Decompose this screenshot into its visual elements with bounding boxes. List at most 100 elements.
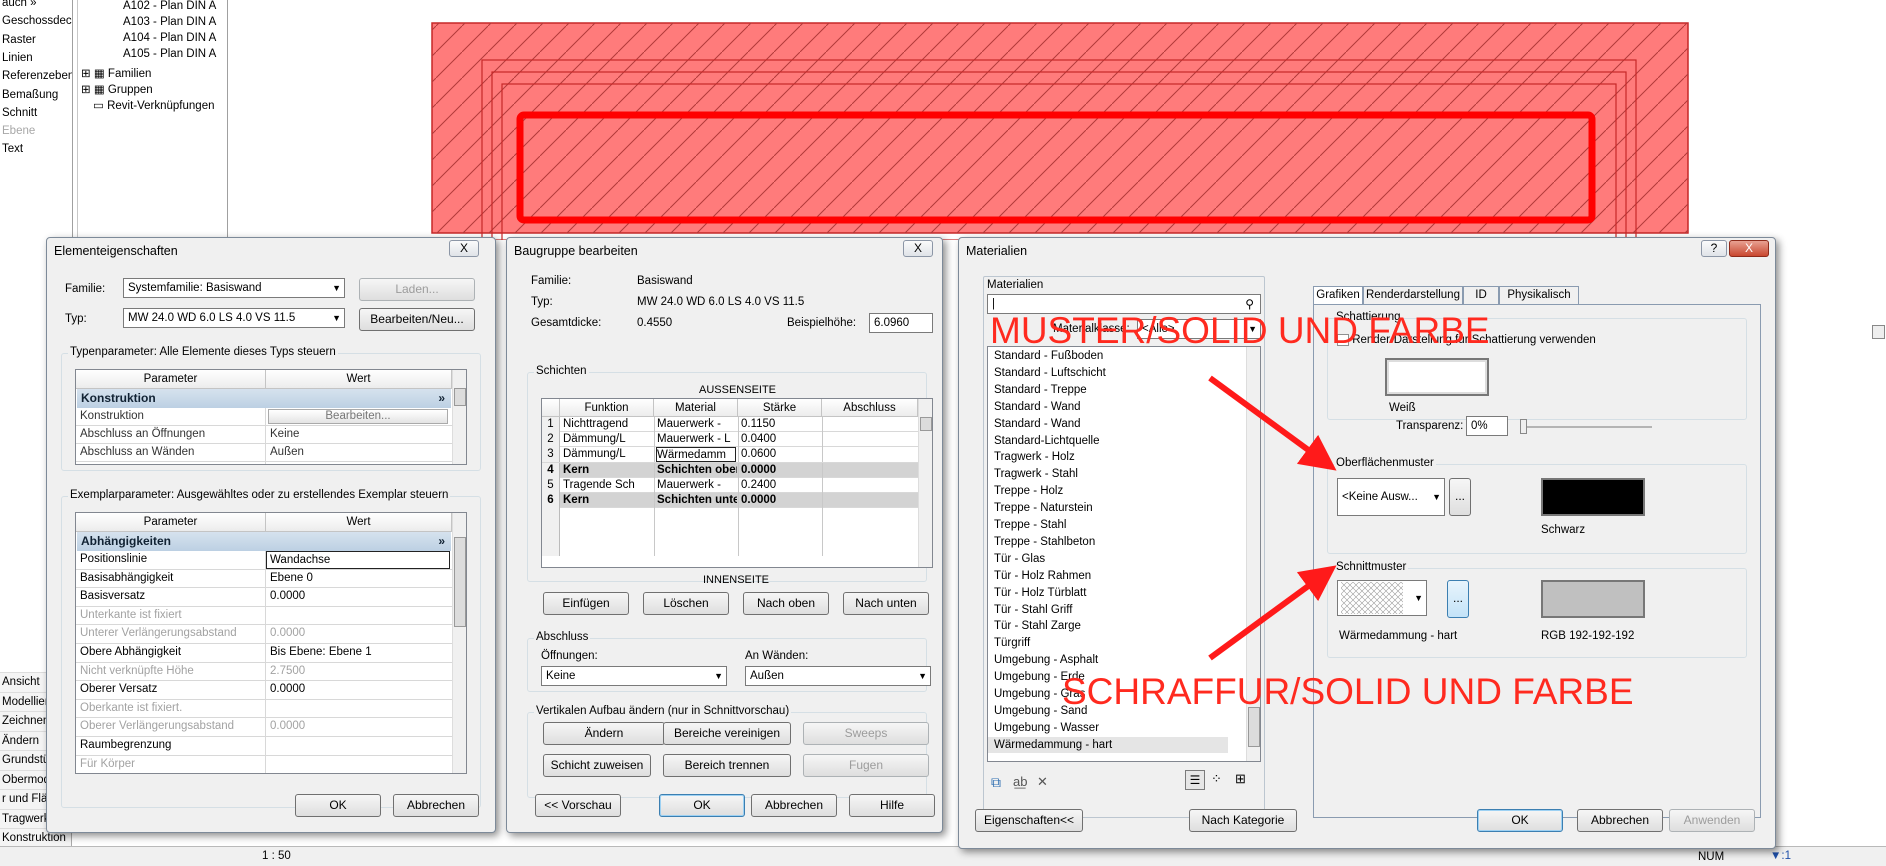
param-value[interactable]: 0.0000 xyxy=(270,681,450,698)
familie-select[interactable]: Systemfamilie: Basiswand ▼ xyxy=(123,278,345,298)
help-title-button[interactable]: ? xyxy=(1701,240,1727,257)
layer-function[interactable]: Dämmung/L xyxy=(563,447,653,461)
collapse-icon[interactable]: » xyxy=(438,532,445,551)
cancel-button[interactable]: Abbrechen xyxy=(393,794,479,817)
layer-thickness[interactable]: 0.2400 xyxy=(741,478,821,492)
right-scroll-thumb[interactable] xyxy=(1872,325,1885,339)
rename-icon[interactable]: a͟b xyxy=(1013,774,1027,789)
cancel-button[interactable]: Abbrechen xyxy=(1577,809,1663,832)
type-params-scrollbar[interactable] xyxy=(452,370,466,464)
param-row[interactable]: Raumbegrenzung✓ xyxy=(76,737,452,756)
layer-row[interactable]: 6 Kern Schichten unter 0.0000 xyxy=(542,493,918,509)
param-value-field[interactable]: Wandachse xyxy=(266,551,450,569)
layer-thickness[interactable]: 0.0400 xyxy=(741,432,821,446)
layer-row[interactable]: 2Dämmung/LMauerwerk - L0.0400✓ xyxy=(542,432,918,448)
browser-groups[interactable]: ⊞ ▦ Gruppen xyxy=(81,82,153,96)
close-button[interactable]: X xyxy=(1729,240,1769,257)
move-up-button[interactable]: Nach oben xyxy=(743,592,829,615)
param-row[interactable]: Unterer Verlängerungsabstand 0.0000 xyxy=(76,625,452,644)
transparency-slider-thumb[interactable] xyxy=(1520,419,1527,434)
layer-thickness[interactable]: 0.1150 xyxy=(741,417,821,431)
browser-sheet-item[interactable]: A104 - Plan DIN A xyxy=(123,32,225,44)
param-row[interactable]: Breite 0.4550 xyxy=(76,462,452,464)
layer-function[interactable]: Tragende Sch xyxy=(563,478,653,492)
walls-select[interactable]: Außen ▼ xyxy=(745,666,931,686)
transparency-input[interactable]: 0% xyxy=(1466,416,1508,436)
browser-families[interactable]: ⊞ ▦ Familien xyxy=(81,66,151,80)
ribbon-item[interactable]: Raster xyxy=(0,31,72,50)
material-list-item[interactable]: Umgebung - Wasser xyxy=(988,720,1228,736)
ribbon-item[interactable]: Text xyxy=(0,140,72,159)
layer-function[interactable]: Kern xyxy=(563,493,653,507)
param-row[interactable]: Basisversatz 0.0000 xyxy=(76,588,452,607)
merge-regions-button-2[interactable]: Bereiche vereinigen xyxy=(663,722,791,745)
param-row[interactable]: Konstruktion Bearbeiten... xyxy=(76,408,452,426)
layer-thickness[interactable]: 0.0600 xyxy=(741,447,821,461)
param-value[interactable]: 0.0000 xyxy=(270,588,450,605)
param-row[interactable]: Oberkante ist fixiert. xyxy=(76,699,452,719)
preview-button[interactable]: << Vorschau xyxy=(535,794,621,817)
ribbon-item[interactable]: Referenzebene xyxy=(0,67,72,86)
ribbon-item[interactable]: Bemaßung xyxy=(0,86,72,105)
browser-sheet-item[interactable]: A105 - Plan DIN A xyxy=(123,48,225,60)
layer-material[interactable]: Mauerwerk - xyxy=(657,478,737,492)
load-button[interactable]: Laden... xyxy=(359,278,475,301)
openings-select[interactable]: Keine ▼ xyxy=(541,666,727,686)
ribbon-item[interactable]: Schnitt xyxy=(0,104,72,123)
transparency-slider[interactable] xyxy=(1522,426,1652,428)
instance-params-scrollbar[interactable] xyxy=(452,513,466,773)
large-icons-view-icon[interactable]: ⊞ xyxy=(1235,771,1246,787)
apply-button[interactable]: Anwenden xyxy=(1669,809,1755,832)
ribbon-item[interactable]: Linien xyxy=(0,49,72,68)
cancel-button[interactable]: Abbrechen xyxy=(751,794,837,817)
edit-new-button[interactable]: Bearbeiten/Neu... xyxy=(359,308,475,331)
assign-layer-button[interactable]: Schicht zuweisen xyxy=(543,754,651,777)
layer-material[interactable]: Schichten ober xyxy=(657,463,737,477)
scale-readout[interactable]: 1 : 50 xyxy=(262,850,291,862)
ribbon-item[interactable]: Ebene xyxy=(0,122,72,141)
ok-button[interactable]: OK xyxy=(295,794,381,817)
param-row[interactable]: Positionslinie Wandachse xyxy=(76,551,452,570)
asset-icon[interactable]: ⧉ xyxy=(991,774,1001,791)
param-row[interactable]: Obere Abhängigkeit Bis Ebene: Ebene 1 xyxy=(76,644,452,663)
modify-button[interactable]: Ändern xyxy=(543,722,665,745)
param-row[interactable]: Für Körper xyxy=(76,755,452,773)
browser-sheet-item[interactable]: A103 - Plan DIN A xyxy=(123,16,225,28)
layer-row[interactable]: 5 Tragende Sch Mauerwerk - 0.2400 xyxy=(542,477,918,493)
insert-layer-button[interactable]: Einfügen xyxy=(543,592,629,615)
filter-icon[interactable]: ▼:1 xyxy=(1770,850,1791,862)
param-value[interactable]: Ebene 0 xyxy=(270,570,450,587)
param-value[interactable]: 0.0000 xyxy=(270,718,450,735)
param-value[interactable]: 2.7500 xyxy=(270,663,450,680)
ribbon-item[interactable]: Geschossdeck xyxy=(0,12,72,31)
split-region-button[interactable]: Bereich trennen xyxy=(663,754,791,777)
inst-cat-abhaengigkeiten[interactable]: Abhängigkeiten » xyxy=(77,532,451,551)
tab-id[interactable]: ID xyxy=(1463,286,1499,304)
typ-select[interactable]: MW 24.0 WD 6.0 LS 4.0 VS 11.5 ▼ xyxy=(123,308,345,328)
param-row[interactable]: Nicht verknüpfte Höhe 2.7500 xyxy=(76,662,452,682)
param-row[interactable]: Abschluss an Wänden Außen xyxy=(76,444,452,462)
layer-thickness[interactable]: 0.0000 xyxy=(741,463,821,477)
surface-color-swatch[interactable] xyxy=(1541,478,1645,516)
by-category-button[interactable]: Nach Kategorie xyxy=(1189,809,1297,832)
browser-sheet-item[interactable]: A102 - Plan DIN A xyxy=(123,0,225,12)
browser-links[interactable]: ▭ Revit-Verknüpfungen xyxy=(93,98,214,112)
param-value[interactable]: 0.0000 xyxy=(270,625,450,642)
param-row[interactable]: Basisabhängigkeit Ebene 0 xyxy=(76,569,452,589)
close-button[interactable]: X xyxy=(449,240,479,257)
param-row[interactable]: Oberer Verlängerungsabstand 0.0000 xyxy=(76,718,452,737)
ribbon-item[interactable]: auch » xyxy=(0,0,72,13)
layer-material[interactable]: Schichten unter xyxy=(657,493,737,507)
layer-material[interactable]: Wärmedamm xyxy=(656,447,736,463)
list-view-icon[interactable]: ☰ xyxy=(1185,770,1205,790)
ok-button[interactable]: OK xyxy=(659,794,745,817)
small-icons-view-icon[interactable]: ⁘ xyxy=(1211,771,1222,787)
layer-function[interactable]: Nichttragend xyxy=(563,417,653,431)
tab-grafiken[interactable]: Grafiken xyxy=(1313,286,1363,305)
surface-pattern-browse-button[interactable]: ... xyxy=(1449,478,1471,516)
layer-row[interactable]: 3Dämmung/LWärmedamm0.0600✓ xyxy=(542,447,918,463)
param-row[interactable]: Abschluss an Öffnungen Keine xyxy=(76,426,452,444)
layer-material[interactable]: Mauerwerk - L xyxy=(657,432,737,446)
layer-row[interactable]: 4 Kern Schichten ober 0.0000 xyxy=(542,462,918,478)
collapse-icon[interactable]: » xyxy=(438,389,445,408)
